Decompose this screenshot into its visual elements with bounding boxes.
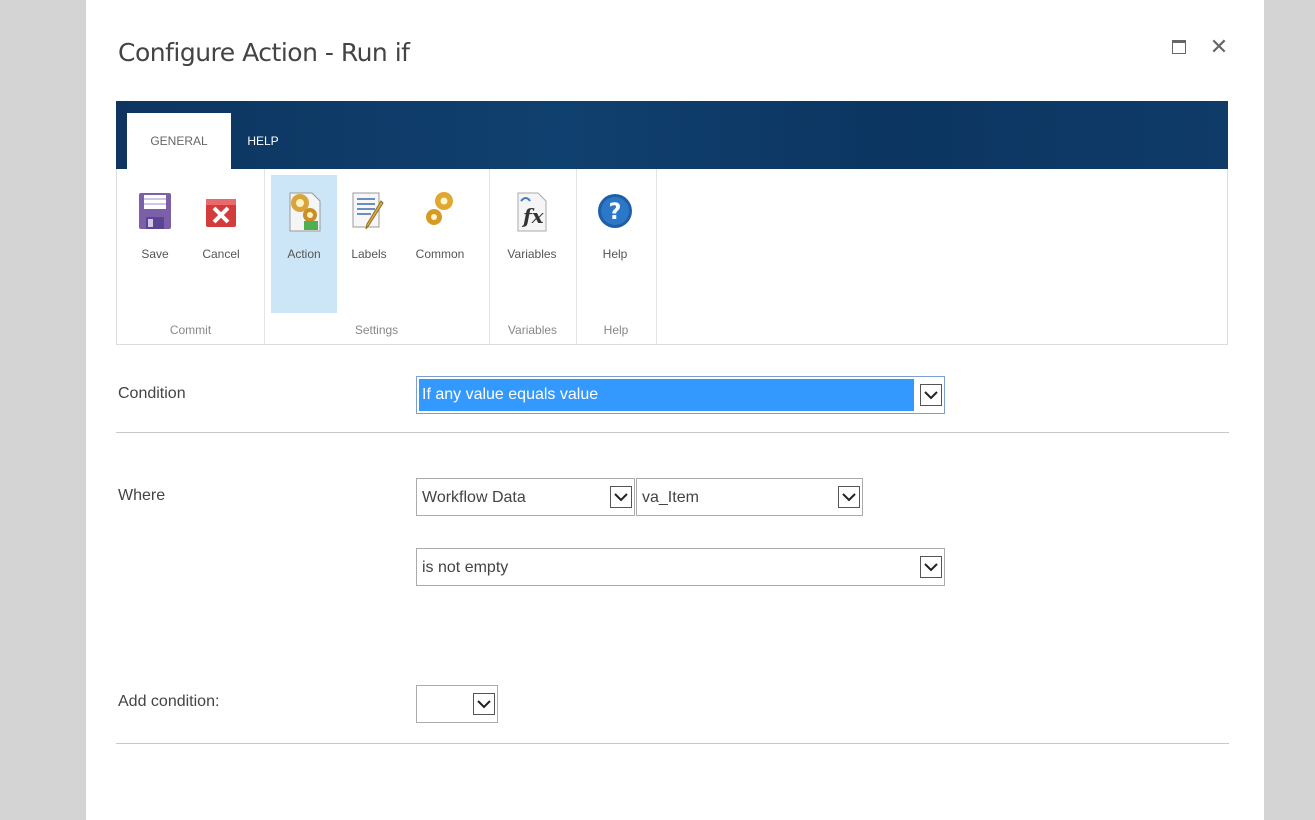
save-icon [133, 189, 177, 233]
common-icon [418, 189, 462, 233]
group-label-settings: Settings [354, 323, 399, 337]
variables-icon: fx [510, 189, 554, 233]
add-condition-divider [116, 743, 1229, 744]
chevron-down-icon [920, 556, 942, 578]
chevron-down-icon [473, 693, 495, 715]
help-button[interactable]: ? Help [586, 175, 644, 313]
cancel-icon [199, 189, 243, 233]
close-icon: ✕ [1209, 34, 1229, 59]
condition-select[interactable]: If any value equals value [416, 376, 945, 414]
group-label-help: Help [603, 323, 629, 337]
condition-divider [116, 432, 1229, 433]
common-button[interactable]: Common [402, 175, 478, 313]
action-button[interactable]: Action [271, 175, 337, 313]
group-label-commit: Commit [169, 323, 212, 337]
where-field-select[interactable]: va_Item [636, 478, 863, 516]
dialog-title: Configure Action - Run if [118, 38, 410, 67]
common-label: Common [415, 247, 465, 261]
save-label: Save [141, 247, 169, 261]
add-condition-select[interactable] [416, 685, 498, 723]
cancel-button[interactable]: Cancel [189, 175, 253, 313]
tab-help[interactable]: HELP [238, 113, 288, 169]
labels-button[interactable]: Labels [342, 175, 396, 313]
chevron-down-icon [838, 486, 860, 508]
help-label: Help [602, 247, 628, 261]
ribbon-group-settings: Action Labels Common Settings [264, 169, 490, 344]
where-field-value: va_Item [642, 489, 699, 506]
chevron-down-icon [920, 384, 942, 406]
ribbon-body: Save Cancel Commit Action Labels Common … [116, 169, 1228, 345]
maximize-button[interactable] [1166, 34, 1192, 60]
labels-label: Labels [351, 247, 387, 261]
condition-label: Condition [118, 385, 186, 402]
svg-text:?: ? [609, 200, 622, 225]
cancel-label: Cancel [202, 247, 240, 261]
maximize-icon [1172, 40, 1186, 54]
help-icon: ? [593, 189, 637, 233]
save-button[interactable]: Save [125, 175, 185, 313]
chevron-down-icon [610, 486, 632, 508]
where-operator-value: is not empty [422, 559, 509, 576]
svg-text:fx: fx [521, 204, 545, 228]
where-source-value: Workflow Data [422, 489, 526, 506]
ribbon-tab-bar: GENERAL HELP [116, 101, 1228, 169]
action-label: Action [287, 247, 321, 261]
add-condition-label: Add condition: [118, 693, 220, 710]
variables-button[interactable]: fx Variables [495, 175, 569, 313]
ribbon-group-help: ? Help Help [576, 169, 657, 344]
ribbon: GENERAL HELP Save Cancel Commit Action L… [116, 101, 1228, 346]
ribbon-group-commit: Save Cancel Commit [117, 169, 265, 344]
ribbon-group-variables: fx Variables Variables [489, 169, 577, 344]
configure-action-dialog: Configure Action - Run if ✕ GENERAL HELP [86, 0, 1264, 820]
tab-general[interactable]: GENERAL [127, 113, 231, 169]
condition-select-value: If any value equals value [419, 379, 914, 411]
variables-label: Variables [507, 247, 557, 261]
group-label-variables: Variables [507, 323, 558, 337]
where-operator-select[interactable]: is not empty [416, 548, 945, 586]
where-label: Where [118, 487, 166, 504]
where-source-select[interactable]: Workflow Data [416, 478, 635, 516]
action-icon [282, 189, 326, 233]
labels-icon [347, 189, 391, 233]
close-button[interactable]: ✕ [1206, 34, 1232, 60]
